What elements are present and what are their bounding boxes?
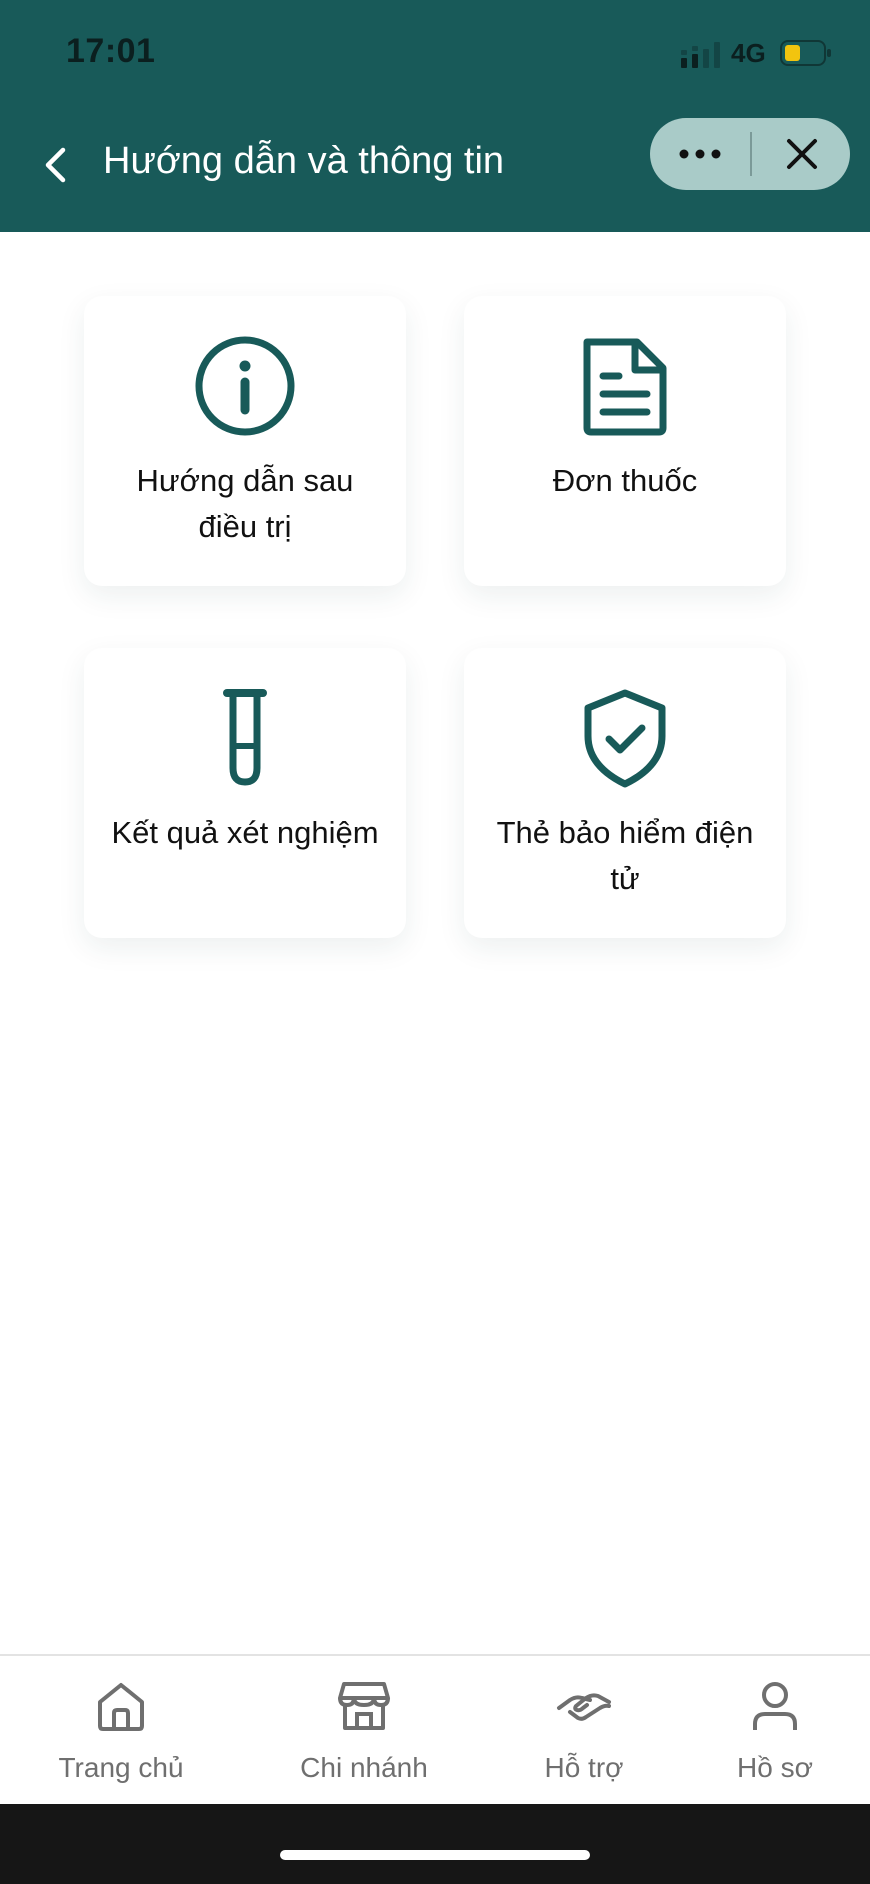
status-bar: 17:01 4G: [0, 0, 870, 110]
nav-item-profile[interactable]: Hồ sơ: [675, 1656, 870, 1806]
more-dots-icon: [679, 149, 721, 159]
card-label: Hướng dẫn sau điều trị: [136, 463, 354, 544]
page-title: Hướng dẫn và thông tin: [103, 140, 505, 182]
network-type: 4G: [731, 38, 766, 68]
home-indicator-area: [0, 1804, 870, 1884]
user-icon: [753, 1682, 797, 1730]
test-tube-icon: [223, 689, 267, 786]
nav-label: Hỗ trợ: [544, 1752, 624, 1783]
nav-item-support[interactable]: Hỗ trợ: [484, 1656, 684, 1806]
chevron-left-icon: [45, 147, 66, 183]
card-test-results[interactable]: Kết quả xét nghiệm: [84, 648, 406, 938]
card-label: Kết quả xét nghiệm: [111, 815, 379, 850]
capsule-divider: [750, 132, 752, 176]
card-label: Đơn thuốc: [552, 463, 698, 498]
info-icon: [195, 336, 295, 436]
handshake-icon: [557, 1693, 611, 1721]
app-header: 17:01 4G Hướng dẫn và thông tin: [0, 0, 870, 232]
back-button[interactable]: [36, 140, 76, 190]
card-e-insurance[interactable]: Thẻ bảo hiểm điện tử: [464, 648, 786, 938]
close-icon: [787, 139, 817, 169]
more-button[interactable]: [650, 118, 750, 190]
battery-icon: [780, 40, 831, 66]
close-button[interactable]: [754, 118, 850, 190]
home-icon: [98, 1683, 144, 1731]
card-treatment-guide[interactable]: Hướng dẫn sau điều trị: [84, 296, 406, 586]
card-label: Thẻ bảo hiểm điện tử: [496, 815, 754, 896]
bottom-nav: Trang chủ Chi nhánh Hỗ trợ Hồ sơ: [0, 1654, 870, 1804]
status-time: 17:01: [66, 32, 156, 70]
signal-icon: [681, 42, 720, 68]
document-icon: [583, 338, 667, 436]
card-prescription[interactable]: Đơn thuốc: [464, 296, 786, 586]
home-indicator[interactable]: [280, 1850, 590, 1860]
nav-label: Trang chủ: [58, 1752, 184, 1783]
shield-check-icon: [584, 689, 666, 788]
nav-item-home[interactable]: Trang chủ: [21, 1656, 221, 1806]
nav-item-branches[interactable]: Chi nhánh: [264, 1656, 464, 1806]
mini-app-capsule: [650, 118, 850, 190]
store-icon: [338, 1682, 390, 1730]
nav-label: Hồ sơ: [737, 1752, 813, 1783]
nav-label: Chi nhánh: [300, 1752, 428, 1783]
